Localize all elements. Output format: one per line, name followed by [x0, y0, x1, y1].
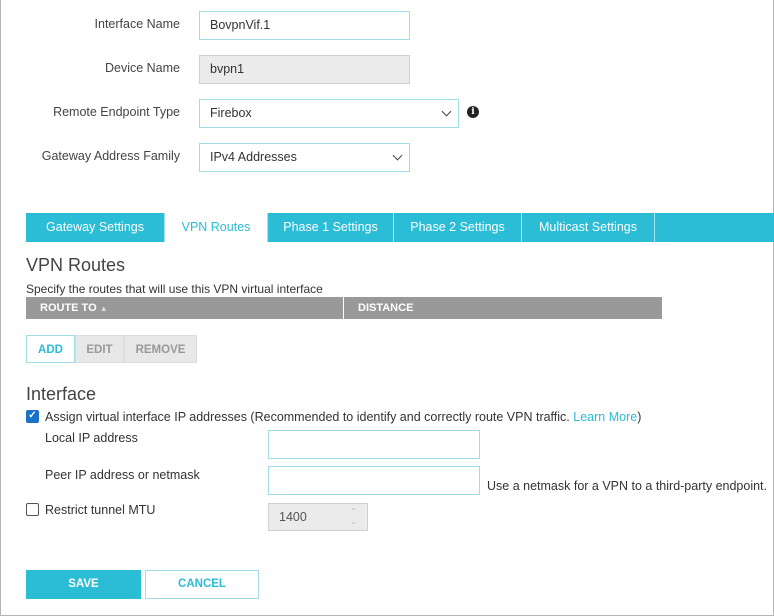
remove-button[interactable]: REMOVE — [124, 335, 197, 363]
cancel-button[interactable]: CANCEL — [145, 570, 259, 599]
interface-heading: Interface — [26, 384, 97, 404]
interface-name-input[interactable]: BovpnVif.1 — [199, 11, 410, 40]
gateway-address-family-value: IPv4 Addresses — [210, 150, 297, 164]
peer-ip-label: Peer IP address or netmask — [45, 468, 200, 482]
route-to-label: ROUTE TO — [40, 302, 97, 314]
remote-endpoint-type-value: Firebox — [210, 106, 252, 120]
mtu-value: 1400 — [279, 510, 307, 524]
tab-bar: Gateway Settings VPN Routes Phase 1 Sett… — [26, 213, 774, 243]
learn-more-link[interactable]: Learn More — [573, 410, 637, 424]
edit-button[interactable]: EDIT — [75, 335, 124, 363]
column-header-route-to[interactable]: ROUTE TO ▲ — [26, 297, 343, 319]
add-button[interactable]: ADD — [26, 335, 75, 363]
stepper-arrows-icon: ⌃ ⌄ — [350, 507, 357, 526]
peer-ip-input[interactable] — [268, 466, 480, 495]
gateway-address-family-select[interactable]: IPv4 Addresses — [199, 143, 410, 172]
device-name-input: bvpn1 — [199, 55, 410, 84]
peer-ip-hint: Use a netmask for a VPN to a third-party… — [487, 479, 767, 493]
gateway-address-family-label: Gateway Address Family — [41, 149, 180, 163]
local-ip-input[interactable] — [268, 430, 480, 459]
remote-endpoint-type-select[interactable]: Firebox — [199, 99, 459, 128]
assign-ip-checkbox[interactable]: ✓ — [26, 410, 39, 423]
restrict-mtu-label: Restrict tunnel MTU — [45, 503, 156, 517]
assign-ip-text: Assign virtual interface IP addresses (R… — [45, 410, 570, 424]
tab-phase-2-settings[interactable]: Phase 2 Settings — [394, 213, 522, 242]
tab-phase-1-settings[interactable]: Phase 1 Settings — [267, 213, 394, 242]
sort-icon: ▲ — [99, 304, 108, 313]
tab-gateway-settings[interactable]: Gateway Settings — [26, 213, 165, 242]
column-header-distance[interactable]: DISTANCE — [344, 297, 662, 319]
local-ip-label: Local IP address — [45, 431, 138, 445]
remote-endpoint-type-label: Remote Endpoint Type — [53, 105, 180, 119]
assign-ip-label: Assign virtual interface IP addresses (R… — [45, 410, 641, 424]
info-icon[interactable]: i — [467, 106, 479, 118]
interface-name-label: Interface Name — [94, 17, 180, 31]
save-button[interactable]: SAVE — [26, 570, 141, 599]
device-name-label: Device Name — [104, 61, 180, 75]
chevron-down-icon — [441, 106, 452, 117]
chevron-down-icon — [392, 150, 403, 161]
close-paren: ) — [637, 410, 642, 424]
mtu-stepper: 1400 ⌃ ⌄ — [268, 503, 368, 531]
restrict-mtu-checkbox[interactable] — [26, 503, 39, 516]
vpn-routes-heading: VPN Routes — [26, 255, 126, 275]
tab-vpn-routes[interactable]: VPN Routes — [165, 213, 267, 243]
vpn-routes-subtitle: Specify the routes that will use this VP… — [26, 282, 323, 296]
tab-multicast-settings[interactable]: Multicast Settings — [522, 213, 655, 242]
